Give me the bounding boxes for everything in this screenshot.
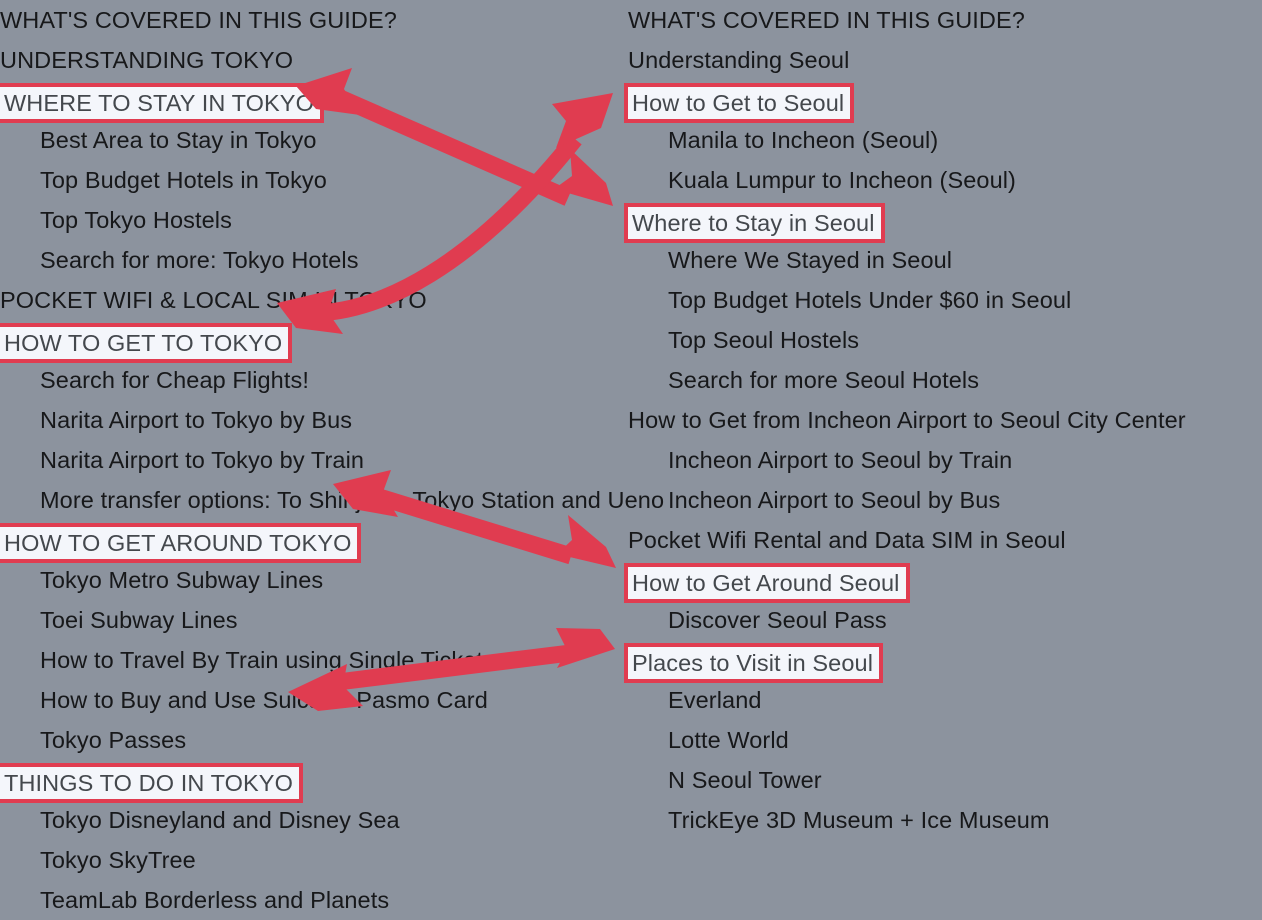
toc-entry-label: Narita Airport to Tokyo by Bus xyxy=(40,407,353,433)
toc-entry-highlighted[interactable]: How to Get to Seoul xyxy=(624,80,1262,123)
toc-entry-label: Incheon Airport to Seoul by Train xyxy=(668,447,1013,473)
toc-entry-label: Tokyo Disneyland and Disney Sea xyxy=(40,807,400,833)
toc-entry[interactable]: Discover Seoul Pass xyxy=(628,600,1262,640)
toc-entry-label: Where We Stayed in Seoul xyxy=(668,247,953,273)
toc-entry-highlighted[interactable]: WHERE TO STAY IN TOKYO xyxy=(0,80,625,123)
toc-entry-label: HOW TO GET AROUND TOKYO xyxy=(0,523,362,563)
toc-entry[interactable]: POCKET WIFI & LOCAL SIM IN TOKYO xyxy=(0,280,625,320)
toc-entry[interactable]: Incheon Airport to Seoul by Train xyxy=(628,440,1262,480)
toc-entry-label: Narita Airport to Tokyo by Train xyxy=(40,447,365,473)
toc-entry[interactable]: Top Tokyo Hostels xyxy=(0,200,625,240)
toc-entry-highlighted[interactable]: THINGS TO DO IN TOKYO xyxy=(0,760,625,803)
toc-entry-label: WHAT'S COVERED IN THIS GUIDE? xyxy=(628,7,1025,33)
toc-entry-label: How to Buy and Use Suica or Pasmo Card xyxy=(40,687,488,713)
toc-entry[interactable]: Incheon Airport to Seoul by Bus xyxy=(628,480,1262,520)
toc-entry[interactable]: Top Budget Hotels in Tokyo xyxy=(0,160,625,200)
toc-entry[interactable]: N Seoul Tower xyxy=(628,760,1262,800)
toc-entry[interactable]: Search for Cheap Flights! xyxy=(0,360,625,400)
toc-entry[interactable]: Tokyo SkyTree xyxy=(0,840,625,880)
toc-entry-label: Tokyo Passes xyxy=(40,727,187,753)
toc-entry[interactable]: Toei Subway Lines xyxy=(0,600,625,640)
toc-entry[interactable]: Kuala Lumpur to Incheon (Seoul) xyxy=(628,160,1262,200)
toc-entry-label: Search for more: Tokyo Hotels xyxy=(40,247,359,273)
toc-entry[interactable]: Tokyo Metro Subway Lines xyxy=(0,560,625,600)
toc-entry-label: HOW TO GET TO TOKYO xyxy=(0,323,293,363)
toc-entry-label: Discover Seoul Pass xyxy=(668,607,887,633)
toc-entry-label: TeamLab Borderless and Planets xyxy=(40,887,390,913)
toc-entry-label: Understanding Seoul xyxy=(628,47,850,73)
toc-entry[interactable]: Lotte World xyxy=(628,720,1262,760)
toc-entry-label: Search for Cheap Flights! xyxy=(40,367,309,393)
toc-entry-label: Top Tokyo Hostels xyxy=(40,207,232,233)
toc-entry-label: More transfer options: To Shinjuku, Toky… xyxy=(40,487,665,513)
toc-entry-label: Manila to Incheon (Seoul) xyxy=(668,127,939,153)
toc-entry-label: Top Seoul Hostels xyxy=(668,327,860,353)
toc-entry-label: WHAT'S COVERED IN THIS GUIDE? xyxy=(0,7,397,33)
toc-entry[interactable]: UNDERSTANDING TOKYO xyxy=(0,40,625,80)
toc-entry[interactable]: Tokyo Disneyland and Disney Sea xyxy=(0,800,625,840)
toc-entry[interactable]: Everland xyxy=(628,680,1262,720)
toc-entry-label: How to Travel By Train using Single Tick… xyxy=(40,647,495,673)
toc-entry-label: Places to Visit in Seoul xyxy=(624,643,884,683)
toc-entry-label: TrickEye 3D Museum + Ice Museum xyxy=(668,807,1050,833)
toc-entry[interactable]: TrickEye 3D Museum + Ice Museum xyxy=(628,800,1262,840)
toc-entry[interactable]: Tokyo Passes xyxy=(0,720,625,760)
toc-entry-label: Everland xyxy=(668,687,762,713)
toc-entry-label: Tokyo SkyTree xyxy=(40,847,196,873)
toc-entry-label: How to Get from Incheon Airport to Seoul… xyxy=(628,407,1186,433)
toc-entry-label: How to Get Around Seoul xyxy=(624,563,910,603)
toc-entry[interactable]: Top Seoul Hostels xyxy=(628,320,1262,360)
toc-entry[interactable]: WHAT'S COVERED IN THIS GUIDE? xyxy=(0,0,625,40)
toc-entry-label: Where to Stay in Seoul xyxy=(624,203,885,243)
toc-entry-label: Toei Subway Lines xyxy=(40,607,238,633)
toc-entry-label: UNDERSTANDING TOKYO xyxy=(0,47,294,73)
toc-entry[interactable]: More transfer options: To Shinjuku, Toky… xyxy=(0,480,664,520)
toc-entry[interactable]: How to Buy and Use Suica or Pasmo Card xyxy=(0,680,625,720)
toc-entry-label: Best Area to Stay in Tokyo xyxy=(40,127,317,153)
toc-entry-label: Top Budget Hotels Under $60 in Seoul xyxy=(668,287,1072,313)
toc-entry-label: Kuala Lumpur to Incheon (Seoul) xyxy=(668,167,1016,193)
toc-entry[interactable]: Search for more: Tokyo Hotels xyxy=(0,240,625,280)
toc-entry[interactable]: TeamLab Borderless and Planets xyxy=(0,880,625,920)
toc-entry[interactable]: Manila to Incheon (Seoul) xyxy=(628,120,1262,160)
toc-entry-label: Incheon Airport to Seoul by Bus xyxy=(668,487,1001,513)
toc-entry-label: Lotte World xyxy=(668,727,789,753)
toc-entry-highlighted[interactable]: Where to Stay in Seoul xyxy=(624,200,1262,243)
toc-entry[interactable]: How to Travel By Train using Single Tick… xyxy=(0,640,625,680)
toc-entry-label: How to Get to Seoul xyxy=(624,83,855,123)
toc-entry-label: N Seoul Tower xyxy=(668,767,822,793)
toc-entry-label: WHERE TO STAY IN TOKYO xyxy=(0,83,324,123)
toc-entry-label: POCKET WIFI & LOCAL SIM IN TOKYO xyxy=(0,287,427,313)
toc-entry-label: Search for more Seoul Hotels xyxy=(668,367,980,393)
toc-comparison-canvas: WHAT'S COVERED IN THIS GUIDE? UNDERSTANDI… xyxy=(0,0,1262,913)
tokyo-toc-column: WHAT'S COVERED IN THIS GUIDE? UNDERSTANDI… xyxy=(0,0,664,920)
toc-entry-label: THINGS TO DO IN TOKYO xyxy=(0,763,303,803)
toc-entry[interactable]: Search for more Seoul Hotels xyxy=(628,360,1262,400)
toc-entry-label: Tokyo Metro Subway Lines xyxy=(40,567,324,593)
toc-entry-highlighted[interactable]: Places to Visit in Seoul xyxy=(624,640,1262,683)
toc-entry[interactable]: Best Area to Stay in Tokyo xyxy=(0,120,625,160)
toc-entry[interactable]: Narita Airport to Tokyo by Train xyxy=(0,440,625,480)
toc-entry-highlighted[interactable]: How to Get Around Seoul xyxy=(624,560,1262,603)
toc-entry[interactable]: Pocket Wifi Rental and Data SIM in Seoul xyxy=(628,520,1262,560)
toc-entry-label: Pocket Wifi Rental and Data SIM in Seoul xyxy=(628,527,1066,553)
toc-entry[interactable]: How to Get from Incheon Airport to Seoul… xyxy=(628,400,1262,440)
toc-entry[interactable]: Top Budget Hotels Under $60 in Seoul xyxy=(628,280,1262,320)
toc-entry-label: Top Budget Hotels in Tokyo xyxy=(40,167,327,193)
seoul-toc-column: WHAT'S COVERED IN THIS GUIDE? Understandi… xyxy=(624,0,1262,840)
toc-entry[interactable]: Where We Stayed in Seoul xyxy=(628,240,1262,280)
toc-entry[interactable]: Understanding Seoul xyxy=(628,40,1262,80)
toc-entry-highlighted[interactable]: HOW TO GET TO TOKYO xyxy=(0,320,625,363)
toc-entry[interactable]: Narita Airport to Tokyo by Bus xyxy=(0,400,625,440)
toc-entry[interactable]: WHAT'S COVERED IN THIS GUIDE? xyxy=(628,0,1262,40)
toc-entry-highlighted[interactable]: HOW TO GET AROUND TOKYO xyxy=(0,520,625,563)
